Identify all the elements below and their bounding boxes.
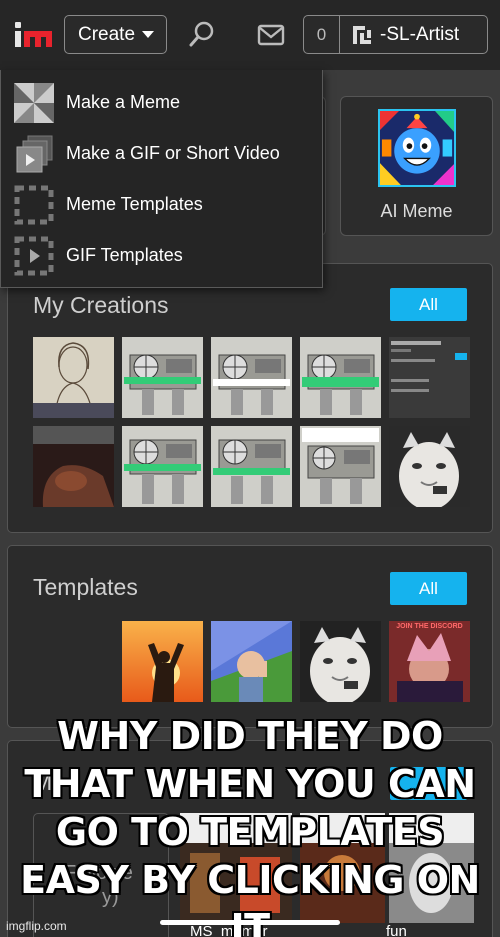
video-stack-icon [16, 135, 53, 172]
templates-section: Templates All JOIN THE DISCORD [7, 545, 493, 728]
creation-thumb[interactable] [122, 426, 203, 507]
creation-thumb[interactable] [300, 426, 381, 507]
creation-thumb[interactable] [33, 337, 114, 418]
template-thumb[interactable] [122, 621, 203, 702]
create-dropdown-menu: Make a Meme Make a GIF or Short Video Me… [0, 70, 323, 288]
dashed-square-icon [14, 185, 54, 224]
mail-icon[interactable] [257, 24, 285, 46]
template-thumb-art [389, 621, 470, 702]
search-icon[interactable] [188, 20, 216, 48]
logo-m [24, 31, 52, 47]
imgflip-watermark: imgflip.com [6, 919, 67, 933]
imgflip-logo[interactable] [14, 22, 54, 48]
template-thumb[interactable] [211, 621, 292, 702]
menu-item-meme-templates[interactable]: Meme Templates [1, 179, 324, 230]
dashed-play-icon [14, 236, 54, 275]
menu-label-make-meme: Make a Meme [66, 92, 181, 112]
home-indicator[interactable] [160, 920, 340, 925]
creation-thumb[interactable] [211, 426, 292, 507]
my-creations-section: My Creations All [7, 263, 493, 533]
menu-label-meme-templates: Meme Templates [66, 194, 203, 214]
ai-meme-image [378, 109, 456, 187]
templates-all-button[interactable]: All [390, 572, 467, 605]
menu-item-make-meme[interactable]: Make a Meme [1, 77, 324, 128]
creation-thumb[interactable] [211, 337, 292, 418]
template-thumb[interactable]: JOIN THE DISCORD [389, 621, 470, 702]
menu-item-make-gif[interactable]: Make a GIF or Short Video [1, 128, 324, 179]
template-thumb[interactable] [300, 621, 381, 702]
logo-i-bar [15, 31, 21, 47]
creation-thumb[interactable] [300, 337, 381, 418]
templates-title: Templates [33, 574, 138, 600]
user-avatar-icon [353, 26, 371, 44]
menu-label-gif-templates: GIF Templates [66, 245, 183, 265]
top-navbar: Create 0 -SL-Artist [0, 0, 500, 70]
username: -SL-Artist [380, 23, 460, 45]
create-button-label: Create [78, 23, 136, 45]
user-menu-button[interactable]: 0 -SL-Artist [303, 15, 488, 54]
menu-label-make-gif: Make a GIF or Short Video [66, 143, 280, 163]
ai-meme-label: AI Meme [380, 201, 453, 221]
creation-thumb[interactable] [33, 426, 114, 507]
ai-meme-tile[interactable]: AI Meme [340, 96, 493, 236]
my-creations-all-button[interactable]: All [390, 288, 467, 321]
create-button[interactable]: Create [64, 15, 167, 54]
meme-caption: WHY DID THEY DO THAT WHEN YOU CAN GO TO … [20, 714, 480, 937]
logo-dot [15, 22, 21, 28]
notification-count[interactable]: 0 [304, 16, 340, 53]
caret-down-icon [142, 31, 155, 38]
my-creations-title: My Creations [33, 292, 169, 318]
creation-thumb[interactable] [389, 426, 470, 507]
pinwheel-icon [14, 82, 54, 123]
creation-thumb[interactable] [122, 337, 203, 418]
template-thumb-text: JOIN THE DISCORD [396, 623, 463, 630]
menu-item-gif-templates[interactable]: GIF Templates [1, 230, 324, 281]
creation-thumb[interactable] [389, 337, 470, 418]
